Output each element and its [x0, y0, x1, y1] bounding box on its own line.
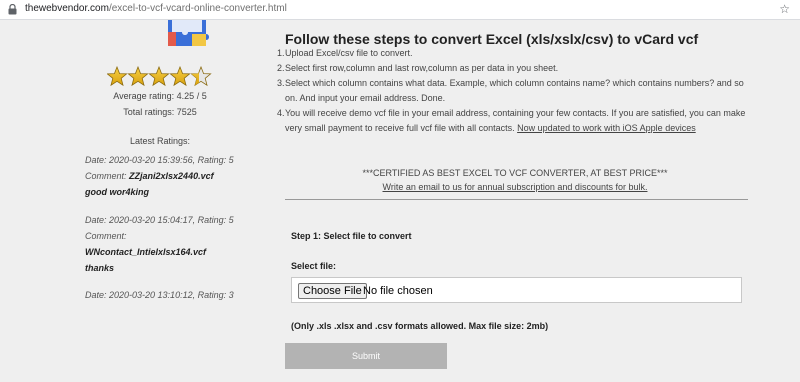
certified-text: ***CERTIFIED AS BEST EXCEL TO VCF CONVER… — [362, 168, 668, 178]
star-icon — [148, 66, 170, 86]
comment-label: Comment: — [85, 171, 127, 181]
step-item: 4. You will receive demo vcf file in your… — [277, 106, 757, 136]
step-item: 1. Upload Excel/csv file to convert. — [277, 46, 757, 61]
partial-star-icon — [190, 66, 212, 86]
puzzle-logo-icon — [168, 20, 209, 46]
file-input[interactable]: Choose File No file chosen — [291, 277, 742, 303]
rating-comment: Comment: ZZjani2xlsx2440.vcf — [85, 168, 255, 184]
rating-entry: Date: 2020-03-20 15:04:17, Rating: 5 Com… — [85, 212, 255, 276]
step-number: 2. — [277, 63, 285, 73]
comment-text: thanks — [85, 263, 115, 273]
star-icon — [169, 66, 191, 86]
ios-update-link[interactable]: Now updated to work with iOS Apple devic… — [517, 123, 696, 133]
latest-ratings-title: Latest Ratings: — [129, 136, 191, 146]
step-number: 3. — [277, 78, 285, 88]
comment-label: Comment: — [85, 231, 127, 241]
step-text: Upload Excel/csv file to convert. — [285, 48, 413, 58]
page-title: Follow these steps to convert Excel (xls… — [285, 31, 699, 47]
average-rating: Average rating: 4.25 / 5 — [113, 91, 207, 101]
bulk-discount-link[interactable]: Write an email to us for annual subscrip… — [285, 182, 745, 192]
divider — [285, 199, 748, 200]
step-number: 4. — [277, 108, 285, 118]
formats-note: (Only .xls .xlsx and .csv formats allowe… — [291, 321, 549, 331]
url-text[interactable]: thewebvendor.com/excel-to-vcf-vcard-onli… — [25, 3, 287, 14]
step-text: Select which column contains what data. … — [285, 78, 744, 103]
step-text: Select first row,column and last row,col… — [285, 63, 559, 73]
rating-entry: Date: 2020-03-20 13:10:12, Rating: 3 — [85, 287, 255, 303]
total-ratings: Total ratings: 7525 — [123, 107, 197, 117]
comment-file: ZZjani2xlsx2440.vcf — [129, 171, 214, 181]
steps-list: 1. Upload Excel/csv file to convert. 2. Se… — [277, 46, 757, 136]
step-number: 1. — [277, 48, 285, 58]
lock-icon — [8, 4, 17, 15]
star-icon — [107, 66, 128, 86]
no-file-text: No file chosen — [363, 285, 433, 297]
rating-comment: Comment: — [85, 228, 255, 244]
url-host: thewebvendor.com — [25, 3, 109, 14]
comment-text: good wor4king — [85, 187, 149, 197]
rating-stars — [107, 66, 212, 86]
star-icon — [127, 66, 149, 86]
bookmark-star-icon[interactable]: ☆ — [779, 2, 790, 16]
comment-file: WNcontact_Intielxlsx164.vcf — [85, 247, 207, 257]
choose-file-button[interactable]: Choose File — [298, 283, 367, 299]
address-bar[interactable]: thewebvendor.com/excel-to-vcf-vcard-onli… — [0, 0, 800, 20]
step1-title: Step 1: Select file to convert — [291, 231, 412, 241]
rating-meta: Date: 2020-03-20 15:04:17, Rating: 5 — [85, 215, 234, 225]
submit-button[interactable]: Submit — [285, 343, 447, 369]
rating-meta: Date: 2020-03-20 13:10:12, Rating: 3 — [85, 290, 234, 300]
rating-meta: Date: 2020-03-20 15:39:56, Rating: 5 — [85, 155, 234, 165]
select-file-label: Select file: — [291, 261, 337, 271]
step-item: 2. Select first row,column and last row,c… — [277, 61, 757, 76]
rating-entry: Date: 2020-03-20 15:39:56, Rating: 5 Com… — [85, 152, 255, 200]
url-path: /excel-to-vcf-vcard-online-converter.htm… — [108, 3, 287, 14]
step-item: 3. Select which column contains what data… — [277, 76, 757, 106]
